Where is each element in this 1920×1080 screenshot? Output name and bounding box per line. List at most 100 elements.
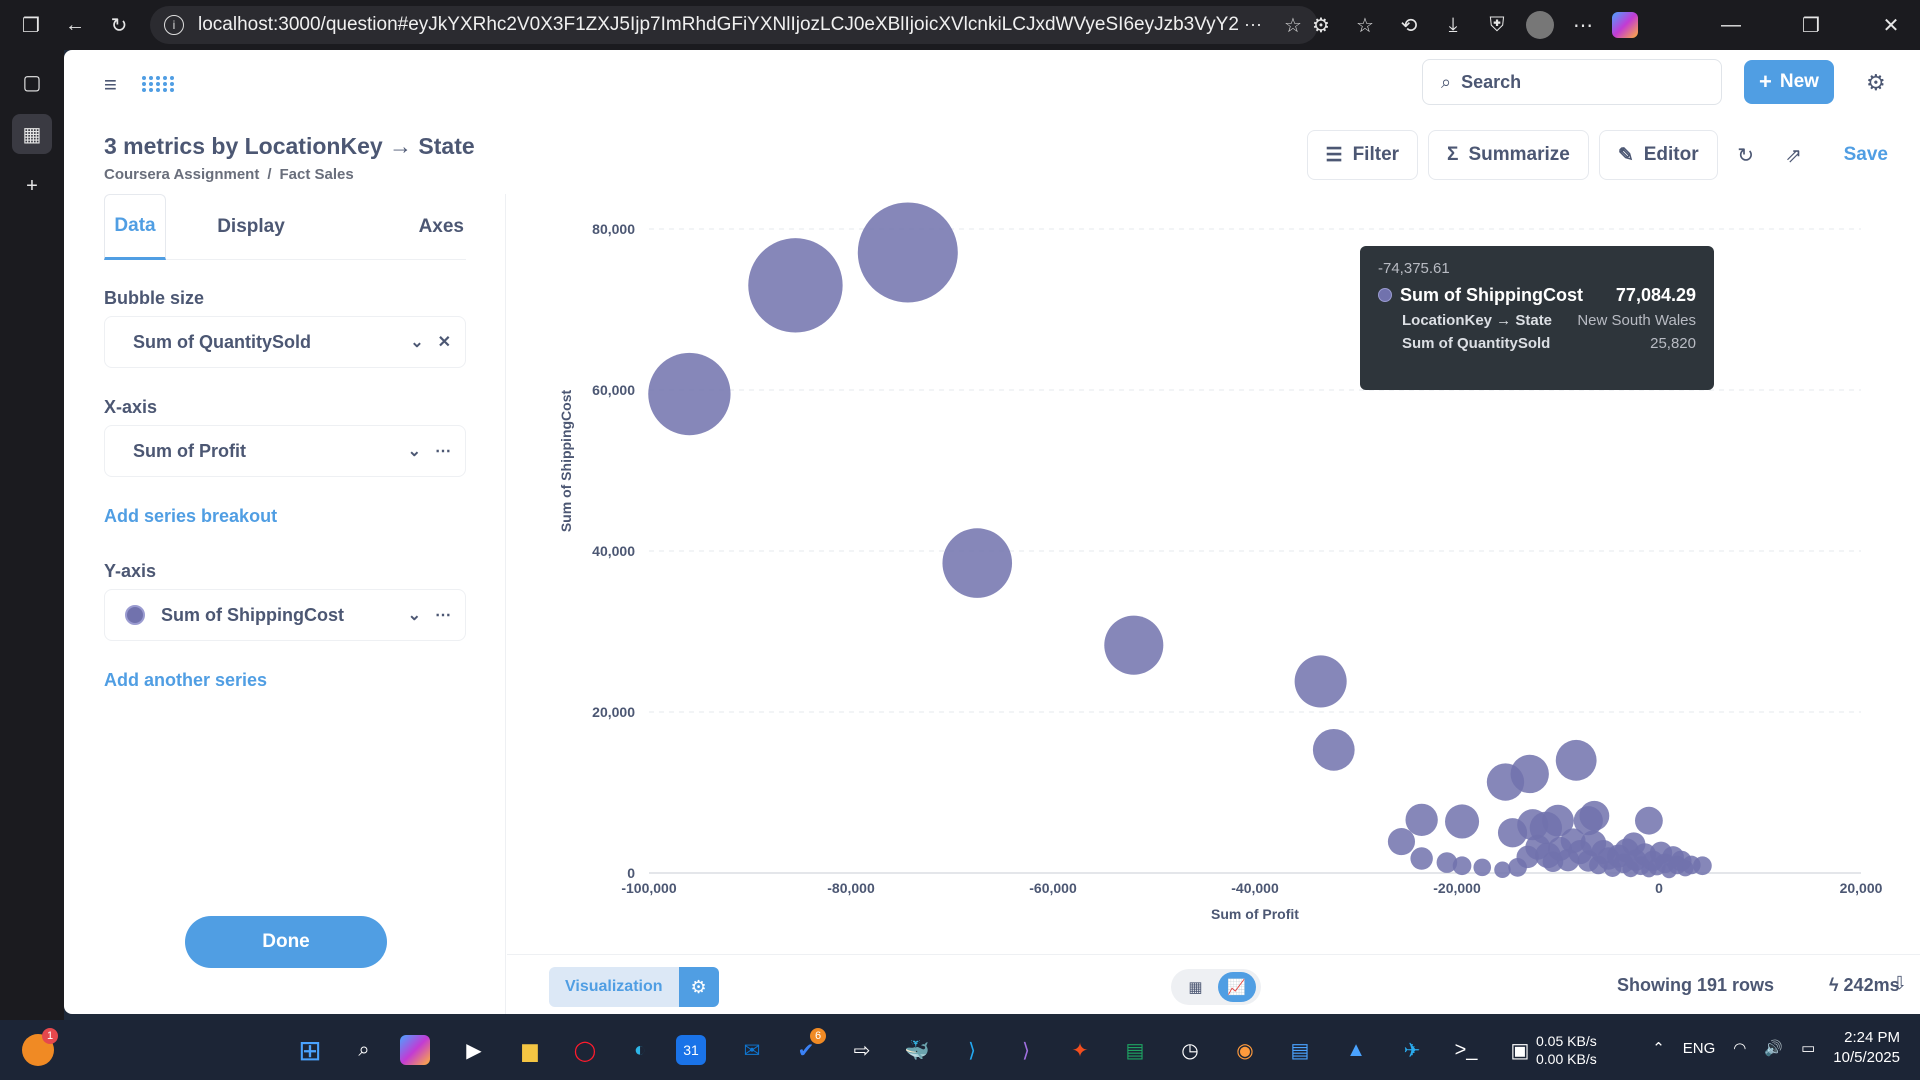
search-box[interactable]: ⌕ [1422, 59, 1722, 105]
save-button[interactable]: Save [1844, 144, 1888, 166]
file-explorer-icon[interactable]: ▆ [510, 1030, 550, 1070]
clock-app-icon[interactable]: ◷ [1170, 1030, 1210, 1070]
language-indicator[interactable]: ENG [1683, 1040, 1716, 1057]
viz-settings-gear-icon[interactable]: ⚙ [678, 967, 719, 1007]
wifi-icon[interactable]: ◠ [1733, 1039, 1746, 1057]
calendar-icon[interactable]: 31 [676, 1035, 706, 1065]
download-icon[interactable]: ⇩ [1892, 973, 1907, 994]
app-icon[interactable]: ◉ [1225, 1030, 1265, 1070]
opera-icon[interactable]: ◯ [565, 1030, 605, 1070]
terminal-icon[interactable]: >_ [1446, 1030, 1486, 1070]
clock[interactable]: 2:24 PM 10/5/2025 [1833, 1028, 1900, 1068]
visualization-label[interactable]: Visualization [549, 967, 679, 1007]
chart-view-icon[interactable]: 📈 [1217, 972, 1256, 1002]
media-player-icon[interactable]: ▶ [454, 1030, 494, 1070]
chevron-down-icon[interactable]: ⌄ [408, 441, 421, 461]
settings-gear-icon[interactable]: ⚙ [1866, 70, 1886, 96]
metabase-tab-icon[interactable]: ▦ [12, 114, 52, 154]
close-icon[interactable]: ✕ [438, 332, 451, 352]
extensions-icon[interactable]: ⚙ [1306, 10, 1336, 40]
question-title[interactable]: 3 metrics by LocationKey → State [104, 133, 475, 160]
search-taskbar-icon[interactable]: ⌕ [344, 1030, 384, 1070]
data-point[interactable] [1494, 861, 1511, 879]
add-another-series-link[interactable]: Add another series [104, 670, 267, 691]
more-options-icon[interactable]: ⋯ [435, 605, 451, 625]
search-input[interactable] [1461, 71, 1692, 93]
copilot-taskbar-icon[interactable] [400, 1035, 430, 1065]
docker-icon[interactable]: 🐳 [897, 1030, 937, 1070]
outlook-icon[interactable]: ✉ [732, 1030, 772, 1070]
refresh-question-icon[interactable]: ↻ [1728, 137, 1764, 173]
sheets-icon[interactable]: ▤ [1115, 1030, 1155, 1070]
tab-actions-icon[interactable]: ❐ [16, 10, 46, 40]
data-point[interactable] [1405, 803, 1438, 837]
data-point[interactable] [1104, 615, 1164, 675]
y-axis-field[interactable]: Sum of ShippingCost ⌄ ⋯ [104, 589, 466, 641]
data-point[interactable] [1410, 847, 1433, 870]
site-info-icon[interactable]: i [164, 15, 184, 35]
data-point[interactable] [1622, 832, 1646, 856]
profile-avatar[interactable] [1526, 11, 1554, 39]
breadcrumb-table[interactable]: Fact Sales [280, 166, 354, 183]
share-icon[interactable]: ⇗ [1776, 137, 1812, 173]
table-view-icon[interactable]: ▦ [1177, 972, 1215, 1002]
chevron-up-icon[interactable]: ⌃ [1652, 1039, 1665, 1057]
new-button[interactable]: + New [1744, 60, 1834, 104]
data-point[interactable] [1312, 728, 1355, 771]
data-point[interactable] [1555, 739, 1597, 781]
bubble-size-field[interactable]: Sum of QuantitySold ⌄ ✕ [104, 316, 466, 368]
remote-desktop-icon[interactable]: ⇨ [842, 1030, 882, 1070]
refresh-icon[interactable]: ↻ [104, 10, 134, 40]
done-button[interactable]: Done [185, 916, 387, 968]
data-point[interactable] [1634, 806, 1663, 835]
copilot-icon[interactable] [1612, 12, 1638, 38]
history-icon[interactable]: ⟲ [1394, 10, 1424, 40]
data-point[interactable] [648, 352, 731, 436]
notepad-icon[interactable]: ▤ [1280, 1030, 1320, 1070]
summarize-button[interactable]: Σ Summarize [1428, 130, 1589, 180]
data-point[interactable] [857, 202, 958, 303]
hamburger-menu-icon[interactable]: ≡ [104, 72, 117, 98]
series-color-swatch[interactable] [125, 605, 145, 625]
tab-axes[interactable]: Axes [336, 194, 464, 260]
x-axis-field[interactable]: Sum of Profit ⌄ ⋯ [104, 425, 466, 477]
volume-icon[interactable]: 🔊 [1764, 1039, 1783, 1057]
add-series-breakout-link[interactable]: Add series breakout [104, 506, 277, 527]
data-point[interactable] [1445, 804, 1480, 839]
url-text[interactable]: localhost:3000/question#eyJkYXRhc2V0X3F1… [198, 14, 1238, 36]
battery-icon[interactable]: ▭ [1801, 1039, 1815, 1057]
data-point[interactable] [942, 528, 1013, 598]
page-options-icon[interactable]: ⋯ [1244, 15, 1262, 36]
tab-data[interactable]: Data [104, 194, 166, 260]
visualization-button[interactable]: Visualization ⚙ [549, 967, 719, 1007]
data-point[interactable] [1486, 763, 1525, 801]
back-icon[interactable]: ← [60, 10, 90, 40]
downloads-icon[interactable]: ⤓ [1438, 10, 1468, 40]
editor-button[interactable]: ✎ Editor [1598, 130, 1718, 180]
more-menu-icon[interactable]: ⋯ [1568, 10, 1598, 40]
address-bar[interactable]: i localhost:3000/question#eyJkYXRhc2V0X3… [150, 6, 1318, 44]
data-point[interactable] [748, 238, 843, 333]
figma-icon[interactable]: ✦ [1060, 1030, 1100, 1070]
tab-display[interactable]: Display [166, 194, 336, 260]
data-point[interactable] [1387, 828, 1416, 856]
visual-studio-icon[interactable]: ⟩ [1006, 1030, 1046, 1070]
telegram-icon[interactable]: ✈ [1392, 1030, 1432, 1070]
add-tab-icon[interactable]: + [12, 166, 52, 206]
minimize-icon[interactable]: — [1716, 10, 1746, 40]
network-monitor-icon[interactable]: ▣ [1500, 1030, 1540, 1070]
favorites-icon[interactable]: ☆ [1350, 10, 1380, 40]
restore-icon[interactable]: ❐ [1796, 10, 1826, 40]
data-point[interactable] [1294, 655, 1347, 708]
data-point[interactable] [1473, 858, 1492, 877]
more-options-icon[interactable]: ⋯ [435, 441, 451, 461]
photos-icon[interactable]: ▲ [1336, 1030, 1376, 1070]
tabs-panel-icon[interactable]: ▢ [12, 62, 52, 102]
chevron-down-icon[interactable]: ⌄ [410, 332, 423, 352]
filter-button[interactable]: ☰ Filter [1306, 130, 1419, 180]
edge-icon[interactable]: ◐ [620, 1030, 660, 1070]
vscode-icon[interactable]: ⟩ [952, 1030, 992, 1070]
data-point[interactable] [1452, 856, 1472, 876]
data-point[interactable] [1693, 856, 1712, 876]
browser-essentials-icon[interactable]: ⛨ [1482, 10, 1512, 40]
